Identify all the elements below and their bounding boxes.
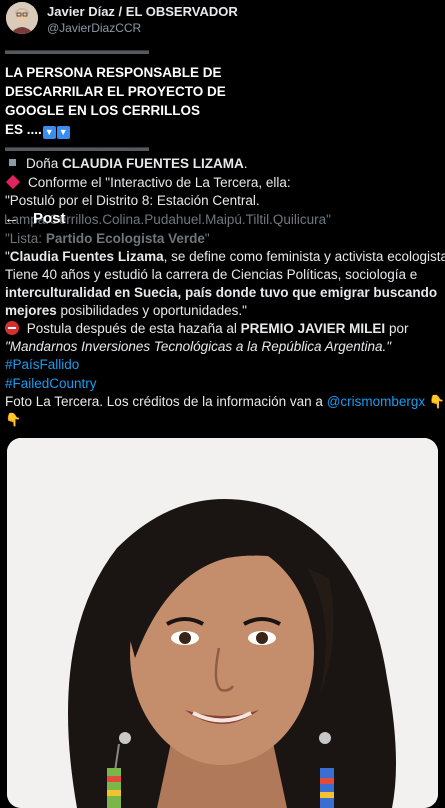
mandarnos-line: "Mandarnos Inversiones Tecnológicas a la… bbox=[5, 339, 392, 354]
post-title: Post bbox=[33, 210, 66, 227]
mention-crismombergx[interactable]: @crismombergx bbox=[327, 394, 425, 409]
headline-line-2: DESCARRILAR EL PROYECTO DE bbox=[5, 84, 226, 99]
back-arrow-icon[interactable]: ← bbox=[4, 210, 19, 227]
pointing-down-icon: 👇 bbox=[5, 412, 22, 427]
author-name[interactable]: Javier Díaz / EL OBSERVADOR bbox=[47, 4, 238, 19]
hashtag-paisfallido[interactable]: #PaísFallido bbox=[5, 356, 79, 374]
postula-por: por bbox=[385, 321, 409, 336]
tweet-photo[interactable] bbox=[7, 438, 438, 808]
tweet-author-row[interactable]: Javier Díaz / EL OBSERVADOR @JavierDiazC… bbox=[6, 2, 436, 38]
divider-top: ▬▬▬▬▬▬▬▬▬▬▬▬▬ bbox=[5, 43, 149, 57]
down-arrow-icon: ▼ bbox=[56, 126, 70, 139]
portrait-illustration bbox=[7, 438, 438, 808]
tweet-headline: LA PERSONA RESPONSABLE DE DESCARRILAR EL… bbox=[5, 63, 245, 139]
author-handle[interactable]: @JavierDiazCCR bbox=[47, 21, 141, 35]
dona-name: CLAUDIA FUENTES LIZAMA bbox=[62, 156, 244, 171]
postula-line: Postula después de esta hazaña al PREMIO… bbox=[5, 320, 408, 338]
divider-bottom: ▬▬▬▬▬▬▬▬▬▬▬▬▬ bbox=[5, 140, 149, 154]
conforme-text: Conforme el "Interactivo de La Tercera, … bbox=[28, 175, 291, 190]
pointing-down-icon: 👇 bbox=[428, 394, 445, 409]
bio-line-4: mejores posibilidades y oportunidades." bbox=[5, 302, 437, 320]
bio-mejores: mejores bbox=[5, 303, 57, 318]
bio-line-4-rest: posibilidades y oportunidades." bbox=[56, 303, 247, 318]
credits-emoji-line: 👇 bbox=[5, 411, 21, 429]
headline-line-4: ES .... ▼ ▼ bbox=[5, 120, 245, 139]
conforme-line: Conforme el "Interactivo de La Tercera, … bbox=[5, 174, 291, 192]
lista-name: Partido Ecologista Verde bbox=[45, 231, 205, 246]
dona-prefix: Doña bbox=[26, 156, 59, 171]
bio-line-1: "Claudia Fuentes Lizama, se define como … bbox=[5, 248, 445, 266]
premio-name: PREMIO JAVIER MILEI bbox=[240, 321, 386, 336]
hashtag-failedcountry[interactable]: #FailedCountry bbox=[5, 375, 97, 393]
credits-text: Foto La Tercera. Los créditos de la info… bbox=[5, 394, 327, 409]
bio-paragraph: "Claudia Fuentes Lizama, se define como … bbox=[5, 248, 445, 320]
red-diamond-icon bbox=[5, 174, 21, 190]
lista-suffix: " bbox=[204, 231, 210, 246]
postula-text: Postula después de esta hazaña al bbox=[23, 321, 241, 336]
post-topbar: ← Post bbox=[4, 210, 66, 232]
headline-line-3: GOOGLE EN LOS CERRILLOS bbox=[5, 103, 201, 118]
postulo-line: "Postuló por el Distrito 8: Estación Cen… bbox=[5, 193, 260, 208]
dona-suffix: . bbox=[243, 156, 248, 171]
headline-es-text: ES .... bbox=[5, 122, 42, 137]
bio-line-3: interculturalidad en Suecia, país donde … bbox=[5, 285, 438, 300]
headline-line-1: LA PERSONA RESPONSABLE DE bbox=[5, 65, 222, 80]
bio-name: Claudia Fuentes Lizama bbox=[9, 249, 164, 264]
square-bullet-icon bbox=[9, 159, 16, 166]
bio-rest: , se define como feminista y activista e… bbox=[163, 249, 445, 264]
credits-line: Foto La Tercera. Los créditos de la info… bbox=[5, 393, 445, 411]
lista-line: "Lista: Partido Ecologista Verde" bbox=[5, 230, 210, 248]
bio-line-2: Tiene 40 años y estudió la carrera de Ci… bbox=[5, 267, 418, 282]
dona-line: Doña CLAUDIA FUENTES LIZAMA. bbox=[5, 155, 248, 173]
author-avatar[interactable] bbox=[6, 2, 38, 34]
no-entry-icon bbox=[5, 321, 19, 335]
lista-prefix: "Lista: bbox=[5, 231, 46, 246]
down-arrow-icon: ▼ bbox=[42, 126, 56, 139]
